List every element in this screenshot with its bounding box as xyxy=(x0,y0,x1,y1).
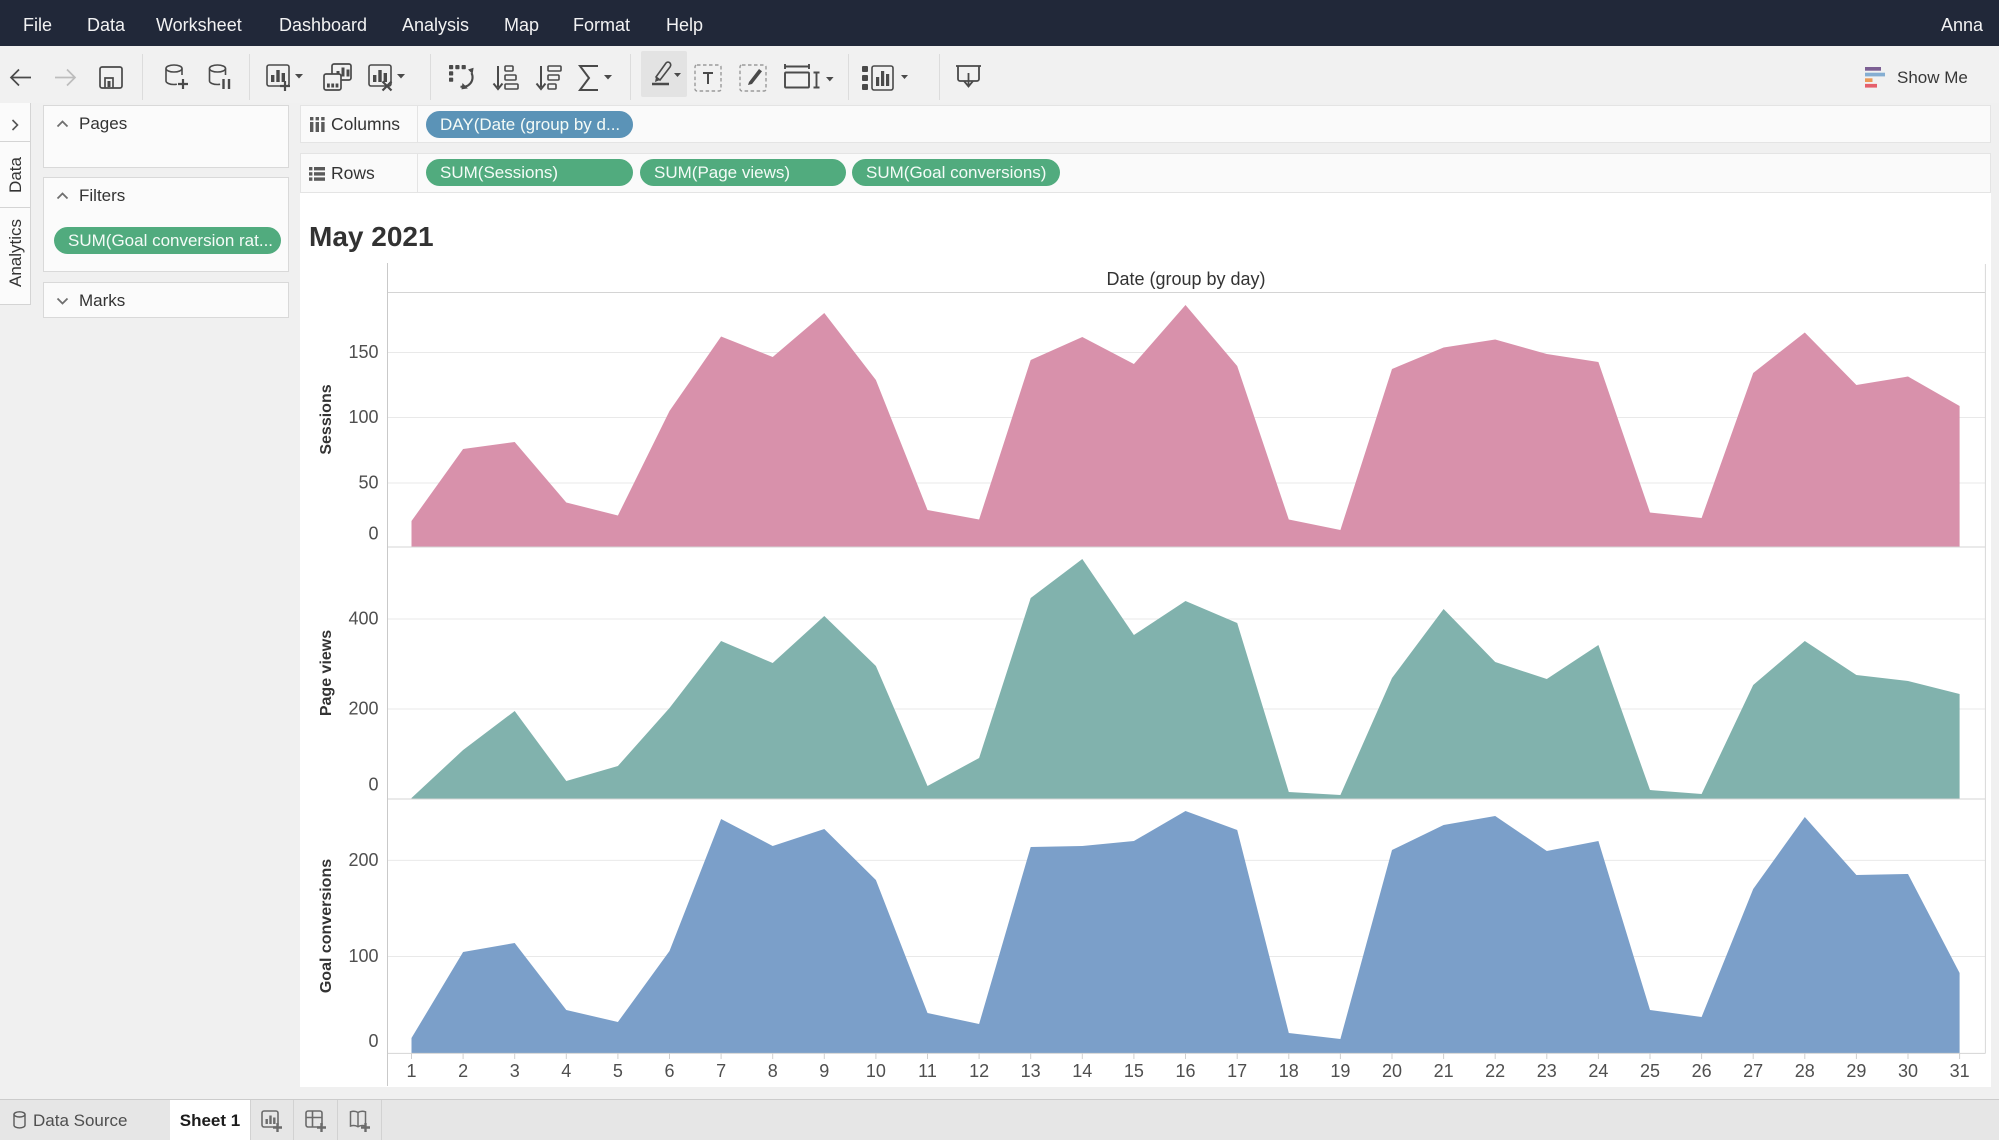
svg-text:Sessions: Sessions xyxy=(318,384,335,454)
svg-text:8: 8 xyxy=(768,1061,778,1081)
svg-text:10: 10 xyxy=(866,1061,886,1081)
svg-text:27: 27 xyxy=(1743,1061,1763,1081)
svg-text:100: 100 xyxy=(348,946,378,966)
svg-text:0: 0 xyxy=(368,775,378,795)
svg-text:100: 100 xyxy=(348,407,378,427)
svg-text:4: 4 xyxy=(561,1061,571,1081)
svg-text:1: 1 xyxy=(406,1061,416,1081)
svg-text:2: 2 xyxy=(458,1061,468,1081)
svg-text:0: 0 xyxy=(368,524,378,544)
svg-text:5: 5 xyxy=(613,1061,623,1081)
svg-text:200: 200 xyxy=(348,699,378,719)
svg-text:25: 25 xyxy=(1640,1061,1660,1081)
svg-text:16: 16 xyxy=(1175,1061,1195,1081)
svg-text:19: 19 xyxy=(1330,1061,1350,1081)
svg-text:22: 22 xyxy=(1485,1061,1505,1081)
svg-text:15: 15 xyxy=(1124,1061,1144,1081)
svg-text:0: 0 xyxy=(368,1031,378,1051)
svg-text:Goal conversions: Goal conversions xyxy=(318,859,335,993)
svg-text:7: 7 xyxy=(716,1061,726,1081)
svg-text:24: 24 xyxy=(1588,1061,1608,1081)
svg-text:29: 29 xyxy=(1846,1061,1866,1081)
svg-text:50: 50 xyxy=(358,473,378,493)
svg-text:150: 150 xyxy=(348,342,378,362)
svg-text:Page views: Page views xyxy=(318,630,335,716)
svg-text:400: 400 xyxy=(348,609,378,629)
svg-text:26: 26 xyxy=(1692,1061,1712,1081)
svg-text:3: 3 xyxy=(510,1061,520,1081)
svg-text:23: 23 xyxy=(1537,1061,1557,1081)
svg-text:28: 28 xyxy=(1795,1061,1815,1081)
svg-text:9: 9 xyxy=(819,1061,829,1081)
svg-text:21: 21 xyxy=(1434,1061,1454,1081)
svg-text:Date (group by day): Date (group by day) xyxy=(1106,269,1265,289)
svg-text:31: 31 xyxy=(1950,1061,1970,1081)
svg-text:18: 18 xyxy=(1279,1061,1299,1081)
svg-text:30: 30 xyxy=(1898,1061,1918,1081)
svg-text:200: 200 xyxy=(348,850,378,870)
svg-text:12: 12 xyxy=(969,1061,989,1081)
svg-text:13: 13 xyxy=(1021,1061,1041,1081)
svg-text:14: 14 xyxy=(1072,1061,1092,1081)
svg-text:11: 11 xyxy=(918,1061,937,1081)
svg-text:6: 6 xyxy=(664,1061,674,1081)
svg-text:17: 17 xyxy=(1227,1061,1247,1081)
svg-text:20: 20 xyxy=(1382,1061,1402,1081)
